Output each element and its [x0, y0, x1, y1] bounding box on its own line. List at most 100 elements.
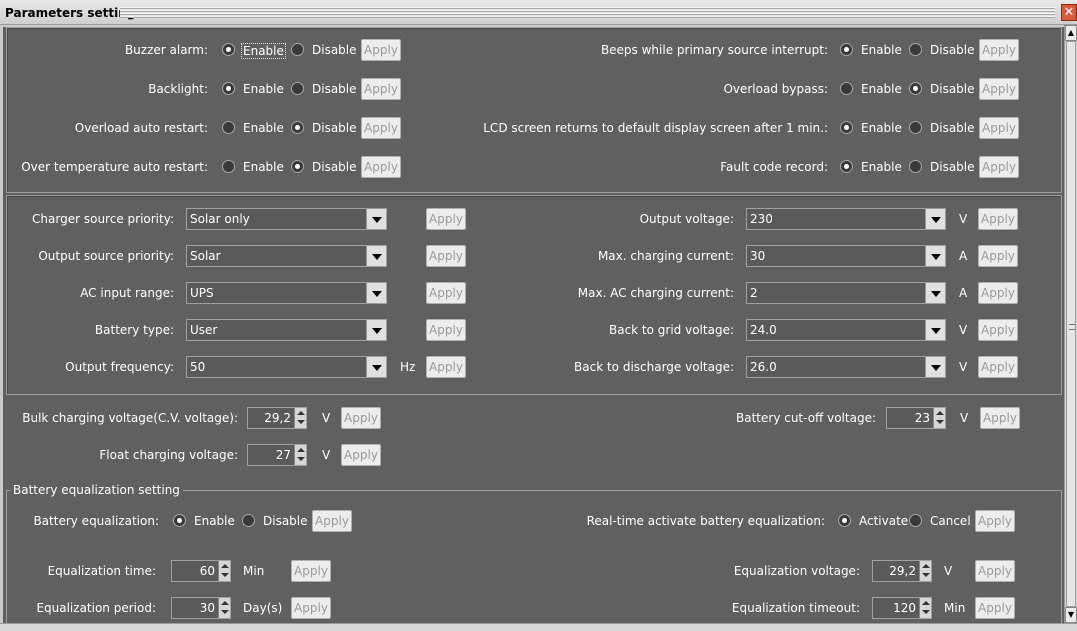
overload-bypass-apply-button[interactable]: Apply — [979, 78, 1019, 100]
overload-auto-restart-disable-label[interactable]: Disable — [312, 121, 357, 135]
chevron-down-icon[interactable] — [366, 246, 386, 266]
realtime-equalization-apply-button[interactable]: Apply — [975, 510, 1015, 532]
fault-code-disable-label[interactable]: Disable — [930, 160, 975, 174]
spin-down-icon[interactable] — [919, 571, 931, 581]
realtime-activate-radio[interactable] — [838, 514, 851, 527]
fault-code-apply-button[interactable]: Apply — [979, 156, 1019, 178]
scrollbar-thumb[interactable] — [1066, 41, 1076, 607]
battery-equalization-enable-radio[interactable] — [173, 514, 186, 527]
buzzer-alarm-enable-radio[interactable] — [222, 43, 235, 56]
output-frequency-select[interactable]: 50 — [186, 356, 387, 378]
chevron-down-icon[interactable] — [366, 320, 386, 340]
scroll-up-icon[interactable]: ▲ — [1065, 25, 1077, 41]
spin-up-icon[interactable] — [218, 561, 230, 571]
equalization-voltage-apply-button[interactable]: Apply — [975, 560, 1015, 582]
chevron-down-icon[interactable] — [366, 283, 386, 303]
backlight-enable-radio[interactable] — [222, 82, 235, 95]
fault-code-enable-label[interactable]: Enable — [861, 160, 902, 174]
battery-type-select[interactable]: User — [186, 319, 387, 341]
horizontal-scrollbar[interactable] — [0, 623, 1077, 631]
spin-up-icon[interactable] — [919, 598, 931, 608]
buzzer-alarm-apply-button[interactable]: Apply — [361, 39, 401, 61]
max-ac-charging-current-select[interactable]: 2 — [746, 282, 946, 304]
equalization-time-apply-button[interactable]: Apply — [291, 560, 331, 582]
chevron-down-icon[interactable] — [925, 357, 945, 377]
lcd-return-enable-label[interactable]: Enable — [861, 121, 902, 135]
spin-down-icon[interactable] — [218, 571, 230, 581]
backlight-apply-button[interactable]: Apply — [361, 78, 401, 100]
battery-equalization-enable-label[interactable]: Enable — [194, 514, 235, 528]
spin-down-icon[interactable] — [218, 608, 230, 618]
realtime-cancel-label[interactable]: Cancel — [930, 514, 971, 528]
scroll-down-icon[interactable]: ▼ — [1065, 607, 1077, 623]
chevron-down-icon[interactable] — [925, 246, 945, 266]
overload-bypass-enable-label[interactable]: Enable — [861, 82, 902, 96]
overload-auto-restart-apply-button[interactable]: Apply — [361, 117, 401, 139]
fault-code-disable-radio[interactable] — [909, 160, 922, 173]
spin-up-icon[interactable] — [294, 445, 306, 455]
overload-bypass-disable-label[interactable]: Disable — [930, 82, 975, 96]
backlight-disable-label[interactable]: Disable — [312, 82, 357, 96]
over-temperature-disable-radio[interactable] — [291, 160, 304, 173]
close-icon[interactable]: ✕ — [1061, 4, 1077, 21]
vertical-scrollbar[interactable]: ▲ ▼ — [1064, 25, 1077, 623]
over-temperature-enable-radio[interactable] — [222, 160, 235, 173]
spin-down-icon[interactable] — [933, 418, 945, 428]
over-temperature-enable-label[interactable]: Enable — [243, 160, 284, 174]
spin-up-icon[interactable] — [294, 408, 306, 418]
float-charging-voltage-spinner[interactable]: 27 — [247, 444, 307, 466]
output-source-priority-select[interactable]: Solar — [186, 245, 387, 267]
chevron-down-icon[interactable] — [925, 209, 945, 229]
output-voltage-apply-button[interactable]: Apply — [978, 208, 1018, 230]
bulk-charging-voltage-spinner[interactable]: 29,2 — [247, 407, 307, 429]
battery-equalization-disable-label[interactable]: Disable — [263, 514, 308, 528]
charger-source-priority-select[interactable]: Solar only — [186, 208, 387, 230]
spin-down-icon[interactable] — [294, 455, 306, 465]
spin-down-icon[interactable] — [919, 608, 931, 618]
chevron-down-icon[interactable] — [925, 320, 945, 340]
battery-equalization-apply-button[interactable]: Apply — [312, 510, 352, 532]
output-frequency-apply-button[interactable]: Apply — [426, 356, 466, 378]
lcd-return-apply-button[interactable]: Apply — [979, 117, 1019, 139]
over-temperature-disable-label[interactable]: Disable — [312, 160, 357, 174]
lcd-return-disable-label[interactable]: Disable — [930, 121, 975, 135]
overload-auto-restart-enable-label[interactable]: Enable — [243, 121, 284, 135]
fault-code-enable-radio[interactable] — [840, 160, 853, 173]
charger-source-priority-apply-button[interactable]: Apply — [426, 208, 466, 230]
max-charging-current-select[interactable]: 30 — [746, 245, 946, 267]
backlight-disable-radio[interactable] — [291, 82, 304, 95]
chevron-down-icon[interactable] — [925, 283, 945, 303]
equalization-period-spinner[interactable]: 30 — [171, 597, 231, 619]
over-temperature-apply-button[interactable]: Apply — [361, 156, 401, 178]
battery-cutoff-voltage-spinner[interactable]: 23 — [886, 407, 946, 429]
buzzer-alarm-disable-label[interactable]: Disable — [312, 43, 357, 57]
battery-cutoff-voltage-apply-button[interactable]: Apply — [980, 407, 1020, 429]
beeps-enable-label[interactable]: Enable — [861, 43, 902, 57]
realtime-cancel-radio[interactable] — [909, 514, 922, 527]
realtime-activate-label[interactable]: Activate — [859, 514, 908, 528]
chevron-down-icon[interactable] — [366, 209, 386, 229]
equalization-voltage-spinner[interactable]: 29,2 — [872, 560, 932, 582]
ac-input-range-select[interactable]: UPS — [186, 282, 387, 304]
buzzer-alarm-disable-radio[interactable] — [291, 43, 304, 56]
spin-up-icon[interactable] — [218, 598, 230, 608]
battery-equalization-disable-radio[interactable] — [242, 514, 255, 527]
ac-input-range-apply-button[interactable]: Apply — [426, 282, 466, 304]
overload-bypass-enable-radio[interactable] — [840, 82, 853, 95]
spin-down-icon[interactable] — [294, 418, 306, 428]
equalization-time-spinner[interactable]: 60 — [171, 560, 231, 582]
window-title-bar[interactable]: Parameters setting ✕ — [0, 0, 1077, 25]
buzzer-alarm-enable-label[interactable]: Enable — [241, 43, 286, 59]
lcd-return-enable-radio[interactable] — [840, 121, 853, 134]
back-to-discharge-voltage-apply-button[interactable]: Apply — [978, 356, 1018, 378]
chevron-down-icon[interactable] — [366, 357, 386, 377]
overload-auto-restart-disable-radio[interactable] — [291, 121, 304, 134]
back-to-grid-voltage-apply-button[interactable]: Apply — [978, 319, 1018, 341]
beeps-apply-button[interactable]: Apply — [979, 39, 1019, 61]
max-charging-current-apply-button[interactable]: Apply — [978, 245, 1018, 267]
output-voltage-select[interactable]: 230 — [746, 208, 946, 230]
battery-type-apply-button[interactable]: Apply — [426, 319, 466, 341]
lcd-return-disable-radio[interactable] — [909, 121, 922, 134]
beeps-enable-radio[interactable] — [840, 43, 853, 56]
output-source-priority-apply-button[interactable]: Apply — [426, 245, 466, 267]
